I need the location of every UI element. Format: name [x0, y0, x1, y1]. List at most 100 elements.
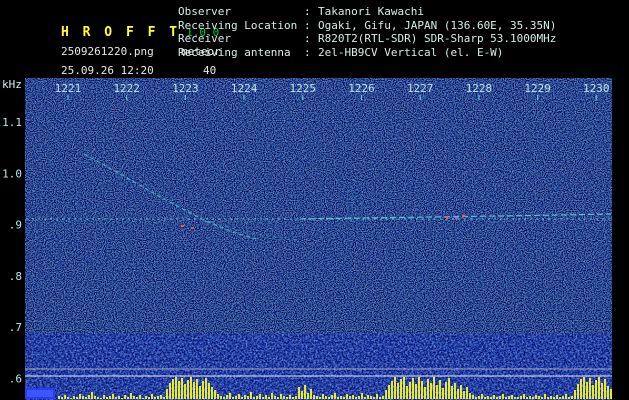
info-label: Observer: [178, 5, 231, 18]
signal-bar: [181, 378, 183, 399]
signal-bar: [226, 395, 228, 399]
signal-bar: [439, 380, 441, 399]
time-tick-label: 1227: [407, 82, 434, 95]
signal-bar: [580, 379, 582, 399]
signal-bar: [469, 393, 471, 399]
signal-bar: [382, 396, 384, 399]
signal-bar: [208, 383, 210, 399]
info-label: Receiver: [178, 32, 231, 45]
signal-bar: [550, 396, 552, 399]
signal-bar: [304, 385, 306, 399]
signal-bar: [592, 385, 594, 399]
signal-bar: [58, 396, 60, 399]
signal-bar: [145, 396, 147, 399]
signal-bar: [328, 397, 330, 399]
freq-tick-label: .9: [9, 219, 22, 232]
signal-bar: [478, 396, 480, 399]
signal-bar: [583, 377, 585, 399]
signal-bar: [457, 389, 459, 399]
signal-bar: [529, 396, 531, 399]
signal-bar: [133, 396, 135, 399]
signal-bar: [493, 395, 495, 399]
signal-bar: [586, 382, 588, 399]
signal-bar: [355, 397, 357, 399]
saturation-block: [25, 388, 55, 399]
signal-bar: [103, 395, 105, 399]
signal-bar: [562, 396, 564, 399]
signal-bar: [322, 394, 324, 399]
signal-bar: [397, 383, 399, 399]
signal-bar: [151, 394, 153, 399]
signal-bar: [511, 395, 513, 399]
signal-bar: [553, 397, 555, 399]
freq-tick-label: .8: [9, 270, 22, 283]
signal-bar: [211, 387, 213, 399]
signal-bar: [286, 397, 288, 399]
signal-bar: [427, 379, 429, 399]
signal-bar: [154, 397, 156, 399]
signal-bar: [514, 397, 516, 399]
signal-bar: [574, 390, 576, 399]
signal-bar: [157, 396, 159, 399]
signal-bar: [334, 393, 336, 399]
signal-bar: [502, 394, 504, 399]
signal-bar: [424, 387, 426, 399]
signal-bar: [76, 397, 78, 399]
signal-bar: [118, 396, 120, 399]
signal-bar: [601, 383, 603, 399]
signal-bar: [475, 397, 477, 399]
signal-bar: [229, 393, 231, 399]
freq-axis-unit: kHz: [2, 78, 22, 91]
signal-bar: [379, 397, 381, 399]
time-tick-label: 1228: [466, 82, 493, 95]
signal-bar: [187, 380, 189, 399]
signal-bar: [115, 397, 117, 399]
signal-bar: [148, 397, 150, 399]
station-info-row: Observer: Takanori Kawachi: [178, 5, 556, 19]
time-tick-label: 1224: [231, 82, 258, 95]
signal-bar: [97, 397, 99, 399]
signal-bar: [91, 392, 93, 399]
signal-bar: [292, 397, 294, 399]
signal-bar: [271, 393, 273, 399]
signal-bar: [121, 398, 123, 399]
header-bar: H R O F F T 1.0.0 2509261220.png meteor 25…: [0, 0, 629, 77]
signal-bar: [262, 397, 264, 399]
signal-bar: [256, 396, 258, 399]
signal-bar: [361, 393, 363, 399]
signal-bar: [184, 384, 186, 399]
signal-bar: [571, 396, 573, 399]
signal-bar: [394, 377, 396, 399]
signal-bar: [415, 384, 417, 399]
signal-bar: [142, 398, 144, 399]
signal-bar: [307, 393, 309, 399]
info-colon: :: [304, 32, 311, 45]
signal-bar: [376, 394, 378, 399]
time-tick-label: 1225: [290, 82, 317, 95]
signal-bar: [388, 385, 390, 399]
info-value: 2el-HB9CV Vertical (el. E-W): [318, 45, 504, 59]
signal-bar: [325, 396, 327, 399]
signal-bar: [349, 396, 351, 399]
signal-bar: [100, 398, 102, 399]
signal-bar: [346, 394, 348, 399]
signal-bar: [430, 383, 432, 399]
signal-bar: [445, 382, 447, 399]
signal-bar: [109, 396, 111, 399]
signal-bar: [367, 395, 369, 399]
signal-bar: [535, 395, 537, 399]
header-left-block: H R O F F T 1.0.0 2509261220.png meteor 25…: [8, 4, 221, 77]
freq-tick-label: 1.1: [2, 116, 22, 129]
signal-bar: [169, 383, 171, 399]
signal-bar: [451, 386, 453, 399]
signal-bar: [238, 394, 240, 399]
signal-bar: [283, 396, 285, 399]
freq-tick-label: 1.0: [2, 167, 22, 180]
signal-bar: [544, 394, 546, 399]
info-value: Takanori Kawachi: [318, 5, 424, 18]
signal-bar: [166, 389, 168, 399]
capture-filename: 2509261220.png: [60, 45, 154, 58]
signal-bar: [196, 379, 198, 399]
signal-bar: [442, 388, 444, 399]
signal-bar: [130, 393, 132, 399]
